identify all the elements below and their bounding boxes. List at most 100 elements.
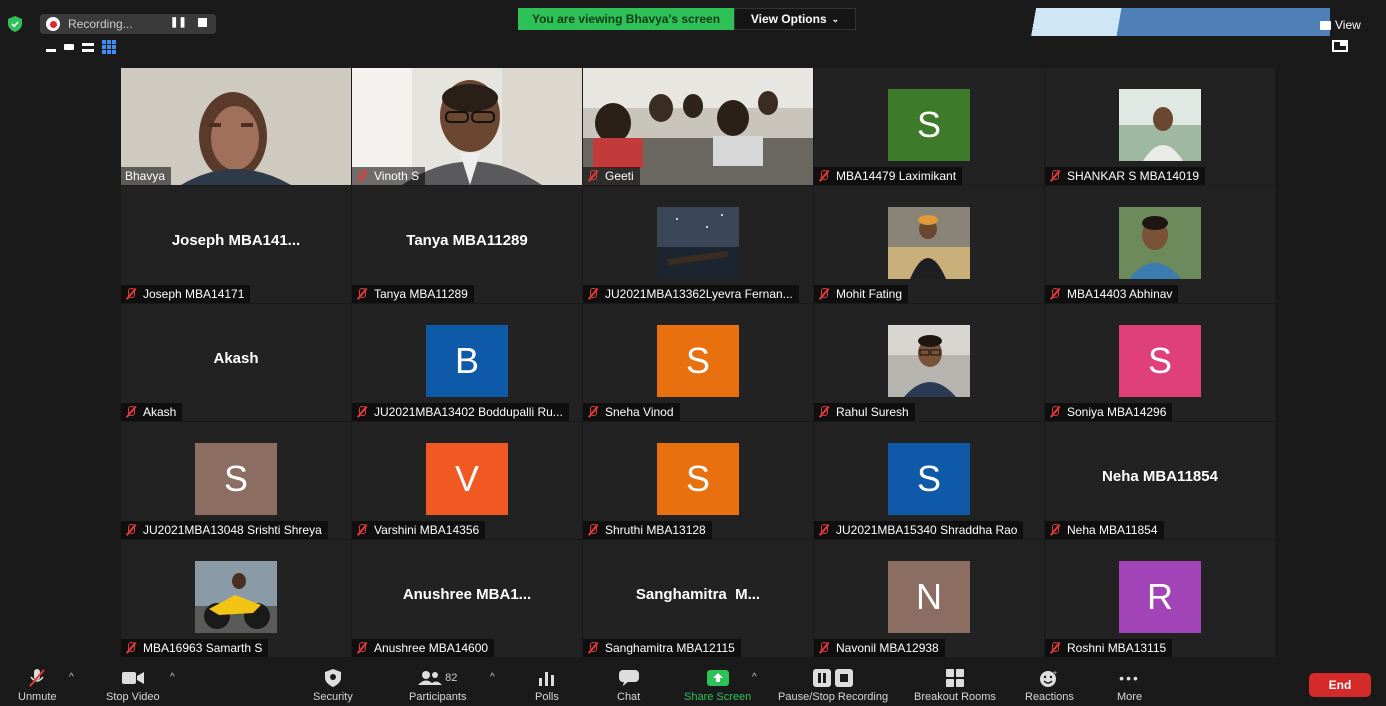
- video-tile-roshni[interactable]: R Roshni MBA13115: [1045, 540, 1275, 657]
- video-tile-bhavya[interactable]: Bhavya: [121, 68, 351, 185]
- security-button[interactable]: Security: [313, 668, 353, 703]
- reactions-label: Reactions: [1025, 691, 1074, 703]
- video-tile-sanghamitra[interactable]: Sanghamitra M... Sanghamitra MBA12115: [583, 540, 813, 657]
- participant-name: Vinoth S: [374, 169, 420, 183]
- participant-name-label: Roshni MBA13115: [1045, 639, 1173, 657]
- video-tile-rahul[interactable]: Rahul Suresh: [814, 304, 1044, 421]
- exit-fullscreen-icon[interactable]: [1332, 40, 1348, 52]
- participant-name: MBA16963 Samarth S: [143, 641, 263, 655]
- avatar: S: [195, 443, 277, 515]
- mic-muted-icon: [587, 170, 599, 182]
- breakout-rooms-button[interactable]: Breakout Rooms: [914, 668, 996, 703]
- video-tile-boddupalli[interactable]: B JU2021MBA13402 Boddupalli Ru...: [352, 304, 582, 421]
- video-tile-anushree[interactable]: Anushree MBA1... Anushree MBA14600: [352, 540, 582, 657]
- pause-recording-icon[interactable]: ❚❚: [170, 17, 187, 28]
- stop-recording-icon[interactable]: [198, 18, 207, 27]
- svg-text:+: +: [1053, 670, 1057, 677]
- mic-muted-icon: [587, 642, 599, 654]
- participant-name-label: Soniya MBA14296: [1045, 403, 1173, 421]
- share-screen-button[interactable]: Share Screen: [684, 668, 751, 703]
- pause-stop-recording-button[interactable]: Pause/Stop Recording: [778, 668, 888, 703]
- more-button[interactable]: ••• More: [1117, 668, 1142, 703]
- participant-name: Bhavya: [125, 169, 166, 183]
- participant-display-name: Tanya MBA11289: [406, 232, 528, 249]
- mic-muted-icon: [1049, 406, 1061, 418]
- video-tile-shraddha[interactable]: S JU2021MBA15340 Shraddha Rao: [814, 422, 1044, 539]
- participant-name-label: SHANKAR S MBA14019: [1045, 167, 1206, 185]
- gallery-layout-icon[interactable]: [102, 40, 116, 54]
- profile-photo: [657, 207, 739, 279]
- viewing-screen-label: You are viewing Bhavya's screen: [518, 8, 734, 30]
- mic-muted-icon: [818, 524, 830, 536]
- video-options-caret-icon[interactable]: ^: [170, 672, 175, 683]
- video-tile-lyevra[interactable]: JU2021MBA13362Lyevra Fernan...: [583, 186, 813, 303]
- mic-muted-icon: [356, 170, 368, 182]
- participant-name-label: Bhavya: [121, 167, 172, 185]
- participant-name-label: Navonil MBA12938: [814, 639, 945, 657]
- participant-name: Sanghamitra MBA12115: [605, 641, 735, 655]
- video-tile-mohit[interactable]: Mohit Fating: [814, 186, 1044, 303]
- participant-name: MBA14403 Abhinav: [1067, 287, 1173, 301]
- video-tile-geeti[interactable]: Geeti: [583, 68, 813, 185]
- video-tile-akash[interactable]: Akash Akash: [121, 304, 351, 421]
- avatar: S: [888, 89, 970, 161]
- video-tile-laximikant[interactable]: S MBA14479 Laximikant: [814, 68, 1044, 185]
- participant-name-label: JU2021MBA13362Lyevra Fernan...: [583, 285, 799, 303]
- participant-name-label: MBA14479 Laximikant: [814, 167, 963, 185]
- view-button[interactable]: View: [1320, 18, 1361, 32]
- record-icon: [46, 17, 60, 31]
- minimize-layout-icon[interactable]: [46, 48, 56, 52]
- speaker-layout-icon[interactable]: [82, 42, 94, 52]
- profile-photo: [1119, 207, 1201, 279]
- participant-name: Roshni MBA13115: [1067, 641, 1167, 655]
- participant-name: JU2021MBA13362Lyevra Fernan...: [605, 287, 793, 301]
- video-tile-shruthi[interactable]: S Shruthi MBA13128: [583, 422, 813, 539]
- video-camera-icon: [121, 668, 144, 688]
- view-label: View: [1335, 18, 1361, 32]
- participant-name: Joseph MBA14171: [143, 287, 245, 301]
- mic-muted-icon: [818, 288, 830, 300]
- smiley-reaction-icon: +: [1039, 668, 1059, 688]
- polls-chart-icon: [538, 668, 555, 688]
- video-tile-srishti[interactable]: S JU2021MBA13048 Srishti Shreya: [121, 422, 351, 539]
- thumbnail-layout-icon[interactable]: [64, 44, 74, 50]
- participant-name-label: Tanya MBA11289: [352, 285, 474, 303]
- share-options-caret-icon[interactable]: ^: [752, 672, 757, 683]
- video-tile-joseph[interactable]: Joseph MBA141... Joseph MBA14171: [121, 186, 351, 303]
- chat-button[interactable]: Chat: [617, 668, 640, 703]
- security-label: Security: [313, 691, 353, 703]
- encryption-shield-icon[interactable]: [8, 16, 22, 32]
- participant-name: Anushree MBA14600: [374, 641, 489, 655]
- mic-off-icon: [28, 668, 46, 688]
- reactions-button[interactable]: + Reactions: [1025, 668, 1074, 703]
- video-tile-tanya[interactable]: Tanya MBA11289 Tanya MBA11289: [352, 186, 582, 303]
- participant-name-label: Mohit Fating: [814, 285, 909, 303]
- pause-stop-recording-icon: [813, 668, 854, 688]
- participants-button[interactable]: 82 Participants: [409, 668, 466, 703]
- polls-button[interactable]: Polls: [535, 668, 559, 703]
- video-tile-vinoth[interactable]: Vinoth S: [352, 68, 582, 185]
- unmute-button[interactable]: Unmute: [18, 668, 57, 703]
- avatar: S: [1119, 325, 1201, 397]
- participant-name-label: Vinoth S: [352, 167, 426, 185]
- avatar: R: [1119, 561, 1201, 633]
- video-tile-samarth[interactable]: MBA16963 Samarth S: [121, 540, 351, 657]
- end-meeting-button[interactable]: End: [1309, 673, 1371, 697]
- participants-caret-icon[interactable]: ^: [490, 672, 495, 683]
- video-tile-navonil[interactable]: N Navonil MBA12938: [814, 540, 1044, 657]
- video-tile-sneha[interactable]: S Sneha Vinod: [583, 304, 813, 421]
- participant-name: MBA14479 Laximikant: [836, 169, 957, 183]
- participant-name: SHANKAR S MBA14019: [1067, 169, 1200, 183]
- view-options-button[interactable]: View Options ⌄: [734, 8, 856, 30]
- video-tile-soniya[interactable]: S Soniya MBA14296: [1045, 304, 1275, 421]
- video-tile-abhinav[interactable]: MBA14403 Abhinav: [1045, 186, 1275, 303]
- video-tile-varshini[interactable]: V Varshini MBA14356: [352, 422, 582, 539]
- avatar: B: [426, 325, 508, 397]
- profile-photo: [888, 207, 970, 279]
- video-tile-neha[interactable]: Neha MBA11854 Neha MBA11854: [1045, 422, 1275, 539]
- video-tile-shankar[interactable]: SHANKAR S MBA14019: [1045, 68, 1275, 185]
- view-options-label: View Options: [750, 12, 827, 26]
- audio-options-caret-icon[interactable]: ^: [69, 672, 74, 683]
- stop-video-button[interactable]: Stop Video: [106, 668, 160, 703]
- top-bar: Recording... ❚❚ You are viewing Bhavya's…: [0, 0, 1386, 36]
